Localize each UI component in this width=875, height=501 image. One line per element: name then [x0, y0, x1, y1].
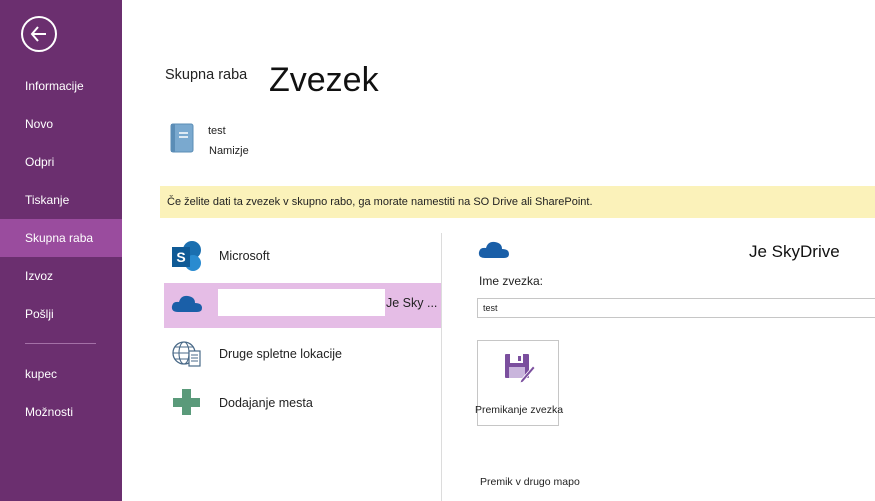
sharepoint-icon: S [172, 241, 201, 271]
breadcrumb: Skupna raba [165, 67, 248, 83]
sidebar-item-moznosti[interactable]: Možnosti [0, 393, 122, 431]
move-to-folder-link[interactable]: Premik v drugo mapo [480, 476, 580, 488]
notebook-location: Namizje [209, 145, 249, 157]
svg-text:S: S [176, 249, 185, 265]
skydrive-cloud-icon [478, 241, 509, 258]
sidebar-item-izvoz[interactable]: Izvoz [0, 257, 122, 295]
backstage-sidebar: Informacije Novo Odpri Tiskanje Skupna r… [0, 0, 122, 501]
sidebar-item-novo[interactable]: Novo [0, 105, 122, 143]
location-item-microsoft[interactable]: S Microsoft [164, 235, 441, 280]
back-button[interactable] [21, 16, 57, 52]
location-label: Je Sky ... [386, 296, 438, 310]
location-item-skydrive[interactable]: Je Sky ... [164, 283, 441, 328]
location-label: Dodajanje mesta [219, 396, 313, 410]
location-item-add-place[interactable]: Dodajanje mesta [164, 379, 441, 424]
location-label: Microsoft [219, 249, 270, 263]
globe-document-icon [172, 341, 201, 367]
page-title: Zvezek [269, 61, 379, 99]
sidebar-item-informacije[interactable]: Informacije [0, 67, 122, 105]
sidebar-item-poslji[interactable]: Pošlji [0, 295, 122, 333]
share-warning-banner: Če želite dati ta zvezek v skupno rabo, … [160, 186, 875, 218]
sidebar-item-skupna-raba[interactable]: Skupna raba [0, 219, 122, 257]
sidebar-item-odpri[interactable]: Odpri [0, 143, 122, 181]
location-label: Druge spletne lokacije [219, 347, 342, 361]
panel-title: Je SkyDrive [749, 242, 840, 261]
onenote-backstage: Informacije Novo Odpri Tiskanje Skupna r… [0, 0, 875, 501]
sidebar-item-tiskanje[interactable]: Tiskanje [0, 181, 122, 219]
notebook-name: test [208, 125, 226, 137]
panel-divider [441, 233, 442, 501]
notebook-icon [170, 123, 194, 153]
move-notebook-button[interactable]: Premikanje zvezka [475, 340, 563, 426]
sidebar-divider [25, 343, 96, 344]
move-notebook-label: Premikanje zvezka [474, 404, 564, 416]
back-arrow-icon [30, 26, 46, 42]
sidebar-item-kupec[interactable]: kupec [0, 355, 122, 393]
notebook-name-label: Ime zvezka: [479, 274, 544, 288]
skydrive-cloud-icon [171, 295, 202, 312]
plus-icon [173, 389, 200, 415]
save-edit-icon [505, 354, 535, 384]
skydrive-account-field[interactable] [218, 289, 385, 316]
location-item-other-web[interactable]: Druge spletne lokacije [164, 331, 441, 376]
notebook-name-input[interactable]: test [477, 298, 875, 318]
